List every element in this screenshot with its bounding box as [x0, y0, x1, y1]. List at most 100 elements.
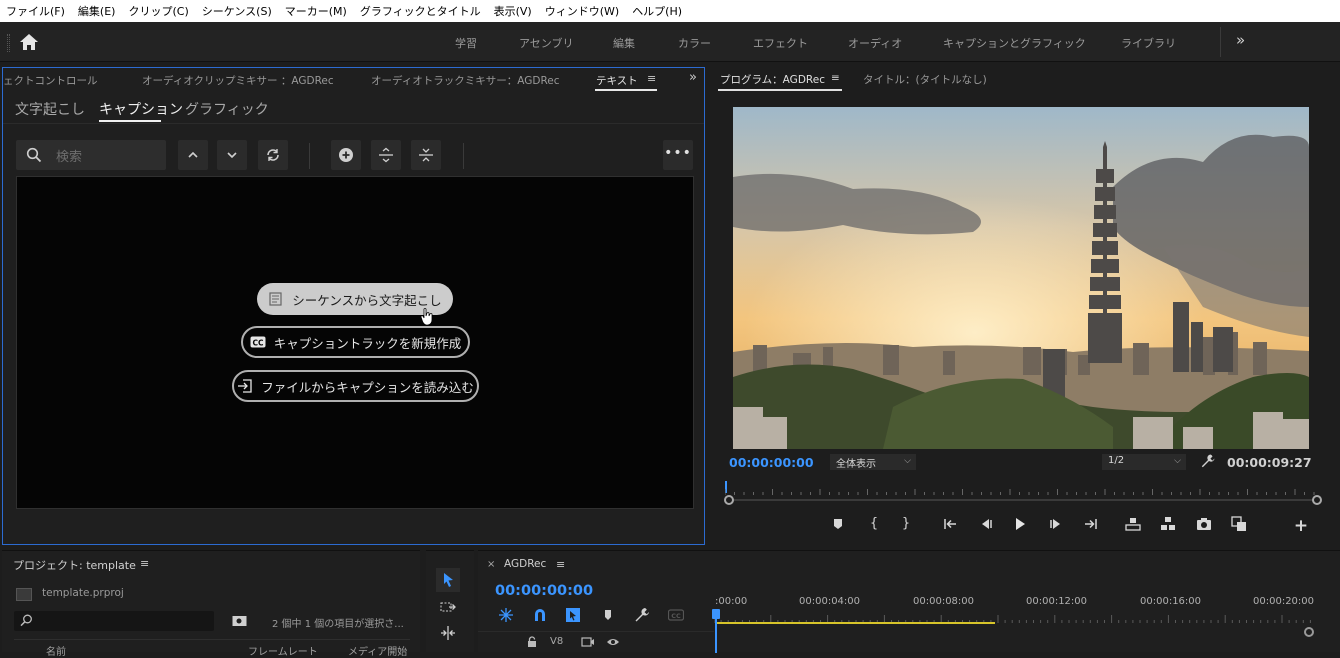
tab-audio-track-mixer[interactable]: オーディオトラックミキサー：AGDRec — [371, 73, 560, 88]
sync-lock-icon[interactable] — [581, 636, 595, 648]
new-caption-track-button[interactable]: CC キャプショントラックを新規作成 — [241, 326, 470, 358]
comparison-view-button[interactable] — [1229, 516, 1249, 534]
column-name[interactable]: 名前 — [46, 643, 66, 658]
tab-project[interactable]: プロジェクト: template — [13, 557, 136, 573]
tab-title[interactable]: タイトル：(タイトルなし) — [863, 72, 987, 87]
column-frame-rate[interactable]: フレームレート — [248, 643, 318, 658]
add-marker-button[interactable] — [600, 607, 616, 623]
program-current-timecode[interactable]: 00:00:00:00 — [729, 455, 814, 470]
scrub-start-handle[interactable] — [724, 495, 734, 505]
subtab-captions[interactable]: キャプション — [99, 99, 183, 119]
mark-in-button[interactable]: { — [864, 516, 884, 534]
scrub-end-handle[interactable] — [1312, 495, 1322, 505]
timeline-zoom-handle[interactable] — [1304, 627, 1314, 637]
tab-audio-clip-mixer[interactable]: オーディオクリップミキサー ：AGDRec — [142, 73, 334, 88]
plus-icon[interactable]: + — [1291, 516, 1311, 536]
more-options-icon[interactable]: ••• — [663, 140, 693, 170]
merge-caption-button[interactable] — [411, 140, 441, 170]
go-to-out-button[interactable] — [1080, 516, 1100, 534]
go-to-in-button[interactable] — [941, 516, 961, 534]
ripple-edit-tool-button[interactable] — [436, 621, 460, 645]
lift-button[interactable] — [1123, 516, 1143, 534]
chevron-down-icon — [227, 152, 237, 159]
workspace-learn[interactable]: 学習 — [455, 35, 477, 51]
track-select-tool-button[interactable] — [436, 595, 460, 619]
nest-toggle-button[interactable] — [498, 607, 514, 623]
add-marker-button[interactable] — [828, 516, 848, 534]
panel-grip[interactable] — [7, 34, 10, 52]
workspace-editing[interactable]: 編集 — [613, 35, 635, 51]
tab-effect-controls[interactable]: ェクトコントロール — [3, 73, 98, 88]
subtab-graphics[interactable]: グラフィック — [185, 99, 269, 119]
hamburger-menu-icon[interactable]: ≡ — [556, 558, 565, 571]
export-frame-button[interactable] — [1194, 516, 1214, 534]
menu-file[interactable]: ファイル(F) — [6, 3, 65, 19]
import-captions-label: ファイルからキャプションを読み込む — [261, 379, 474, 395]
workspace-audio[interactable]: オーディオ — [848, 35, 902, 51]
program-monitor: プログラム：AGDRec ≡ タイトル：(タイトルなし) 00:00:00:00… — [710, 67, 1340, 545]
extract-button[interactable] — [1158, 516, 1178, 534]
add-caption-button[interactable] — [331, 140, 361, 170]
chevron-double-right-icon[interactable]: » — [1236, 31, 1245, 49]
lock-icon[interactable] — [527, 636, 537, 648]
column-media-start[interactable]: メディア開始 — [348, 643, 407, 658]
menu-sequence[interactable]: シーケンス(S) — [202, 3, 272, 19]
fit-dropdown[interactable]: 全体表示 ⌵ — [830, 454, 916, 470]
linked-selection-button[interactable] — [565, 607, 581, 623]
next-caption-button[interactable] — [217, 140, 247, 170]
search-icon — [20, 614, 32, 627]
workspace-captions[interactable]: キャプションとグラフィック — [943, 35, 1086, 51]
mark-out-button[interactable]: } — [896, 516, 916, 534]
step-forward-button[interactable] — [1046, 516, 1066, 534]
timeline-settings-button[interactable] — [634, 607, 650, 623]
track-label[interactable]: V8 — [550, 636, 563, 647]
play-button[interactable] — [1010, 516, 1030, 534]
menu-graphics[interactable]: グラフィックとタイトル — [360, 3, 481, 19]
resolution-dropdown[interactable]: 1/2 ⌵ — [1102, 454, 1186, 470]
search-input[interactable]: 検索 — [16, 140, 166, 170]
eye-icon[interactable] — [606, 636, 620, 648]
workspace-bar: 学習 アセンブリ 編集 カラー エフェクト オーディオ キャプションとグラフィッ… — [0, 22, 1340, 62]
chevron-double-right-icon[interactable]: » — [689, 70, 697, 85]
menu-help[interactable]: ヘルプ(H) — [632, 3, 682, 19]
menu-marker[interactable]: マーカー(M) — [285, 3, 347, 19]
playhead-handle[interactable] — [712, 609, 720, 619]
tab-sequence[interactable]: AGDRec — [504, 558, 546, 570]
workspace-libraries[interactable]: ライブラリ — [1121, 35, 1176, 51]
ruler-label: :00:00 — [715, 596, 748, 607]
hamburger-menu-icon[interactable]: ≡ — [647, 72, 656, 85]
menu-bar: ファイル(F) 編集(E) クリップ(C) シーケンス(S) マーカー(M) グ… — [0, 0, 1340, 22]
ruler-label: 00:00:12:00 — [1026, 596, 1088, 607]
tab-text[interactable]: テキスト — [596, 73, 638, 88]
program-ruler[interactable] — [725, 481, 1319, 495]
selection-tool-button[interactable] — [436, 568, 460, 592]
menu-edit[interactable]: 編集(E) — [78, 3, 116, 19]
menu-view[interactable]: 表示(V) — [494, 3, 532, 19]
workspace-assembly[interactable]: アセンブリ — [519, 35, 573, 51]
subtab-transcript[interactable]: 文字起こし — [15, 99, 85, 119]
replace-button[interactable] — [258, 140, 288, 170]
timeline-timecode[interactable]: 00:00:00:00 — [495, 583, 593, 599]
program-scrub-bar[interactable] — [725, 499, 1321, 501]
import-captions-button[interactable]: ファイルからキャプションを読み込む — [232, 370, 479, 402]
tab-program-monitor[interactable]: プログラム：AGDRec — [720, 72, 825, 87]
split-caption-button[interactable] — [371, 140, 401, 170]
wrench-icon[interactable] — [1201, 454, 1215, 468]
menu-clip[interactable]: クリップ(C) — [128, 3, 188, 19]
work-area-bar[interactable] — [717, 622, 995, 624]
hamburger-menu-icon[interactable]: ≡ — [140, 557, 149, 570]
bin-search-icon[interactable] — [232, 614, 247, 627]
snap-button[interactable] — [532, 607, 548, 623]
caption-track-button[interactable]: CC — [667, 607, 685, 623]
project-search-input[interactable] — [14, 611, 214, 631]
step-back-button[interactable] — [976, 516, 996, 534]
close-icon[interactable]: × — [487, 559, 495, 570]
home-icon[interactable] — [18, 32, 40, 52]
workspace-effects[interactable]: エフェクト — [753, 35, 808, 51]
tab-active-underline — [595, 89, 657, 91]
menu-window[interactable]: ウィンドウ(W) — [545, 3, 619, 19]
workspace-color[interactable]: カラー — [678, 35, 711, 51]
hamburger-menu-icon[interactable]: ≡ — [831, 72, 840, 84]
previous-caption-button[interactable] — [178, 140, 208, 170]
project-file-icon — [16, 588, 32, 601]
